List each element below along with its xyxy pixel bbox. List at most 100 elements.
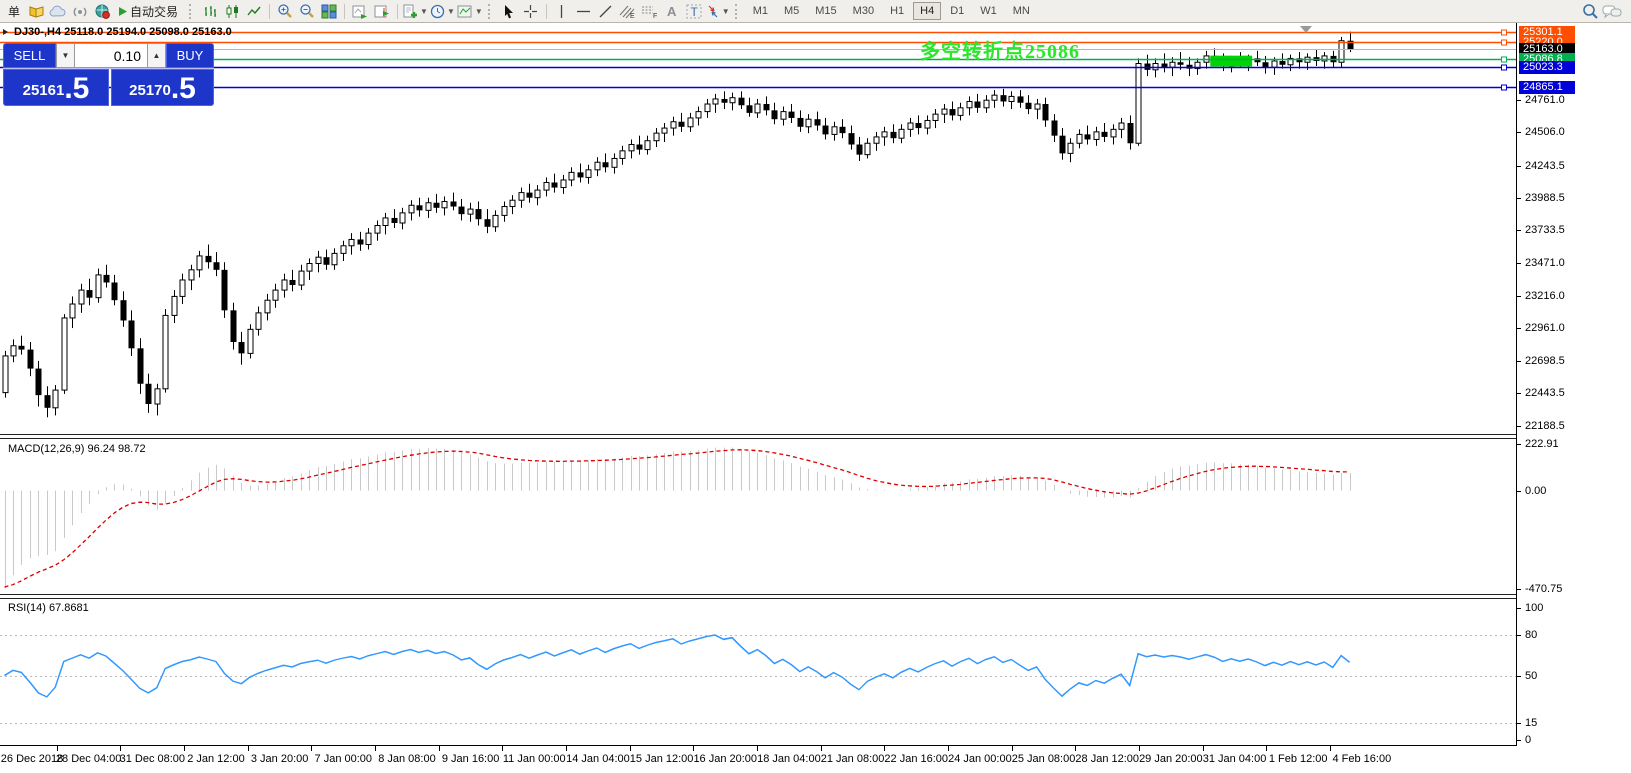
- time-tick-mark: [630, 746, 631, 751]
- tile-windows-button[interactable]: [319, 1, 339, 21]
- buy-button[interactable]: BUY: [166, 43, 214, 68]
- toolbar-separator: [397, 4, 398, 19]
- time-axis-label: 28 Jan 12:00: [1075, 753, 1139, 765]
- timeframe-M15[interactable]: M15: [808, 2, 843, 20]
- time-tick-mark: [757, 746, 758, 751]
- price-tick-label: 22188.5: [1525, 420, 1565, 432]
- time-tick-mark: [375, 746, 376, 751]
- new-order-label: 单: [6, 3, 22, 20]
- zoom-in-button[interactable]: [275, 1, 295, 21]
- sell-price-display[interactable]: 25161 .5: [3, 69, 109, 106]
- macd-splitter[interactable]: [0, 434, 1631, 439]
- search-icon[interactable]: [1580, 1, 1600, 21]
- price-tick-mark: [1517, 230, 1521, 231]
- time-axis-label: 14 Jan 04:00: [566, 753, 630, 765]
- timeframe-H1[interactable]: H1: [883, 2, 911, 20]
- volume-decrease-button[interactable]: ▼: [56, 43, 75, 68]
- line-price-tag[interactable]: 25023.3: [1519, 61, 1575, 74]
- time-axis-label: 22 Jan 16:00: [884, 753, 948, 765]
- periods-button[interactable]: ▼: [430, 1, 455, 21]
- arrows-button[interactable]: ▼: [706, 1, 730, 21]
- main-chart-canvas[interactable]: [0, 23, 1517, 434]
- market-globe-icon[interactable]: [92, 1, 112, 21]
- volume-increase-button[interactable]: ▲: [147, 43, 166, 68]
- object-anchor-icon[interactable]: [3, 29, 8, 35]
- price-tick-label: 22698.5: [1525, 355, 1565, 367]
- macd-panel-canvas[interactable]: [0, 440, 1517, 593]
- toolbar-separator: [269, 4, 270, 19]
- time-tick-mark: [1203, 746, 1204, 751]
- cloud-icon[interactable]: [48, 1, 68, 21]
- new-order-button[interactable]: 单: [4, 1, 24, 21]
- time-tick-mark: [311, 746, 312, 751]
- price-tick-label: 100: [1525, 602, 1543, 614]
- equidistant-channel-button[interactable]: E: [618, 1, 638, 21]
- time-tick-mark: [57, 746, 58, 751]
- price-tick-mark: [1517, 296, 1521, 297]
- chart-annotation-text[interactable]: 多空转折点25086: [920, 35, 1080, 64]
- timeframe-D1[interactable]: D1: [943, 2, 971, 20]
- svg-text:E: E: [630, 13, 635, 19]
- svg-text:A: A: [667, 4, 677, 19]
- autotrade-button[interactable]: 自动交易: [114, 1, 184, 21]
- zoom-out-button[interactable]: [297, 1, 317, 21]
- time-axis-label: 2 Jan 12:00: [187, 753, 245, 765]
- time-tick-mark: [502, 746, 503, 751]
- sell-button[interactable]: SELL: [3, 43, 56, 68]
- toolbar-grip: [488, 4, 494, 19]
- add-indicator-button[interactable]: ▼: [403, 1, 428, 21]
- crosshair-button[interactable]: [521, 1, 541, 21]
- price-tick-label: 22961.0: [1525, 322, 1565, 334]
- rsi-splitter[interactable]: [0, 594, 1631, 599]
- candlestick-chart-button[interactable]: [222, 1, 242, 21]
- price-tick-label: 0: [1525, 734, 1531, 746]
- cursor-button[interactable]: [499, 1, 519, 21]
- time-axis-label: 4 Feb 16:00: [1333, 753, 1392, 765]
- chat-icon[interactable]: [1602, 1, 1622, 21]
- time-tick-mark: [1266, 746, 1267, 751]
- volume-input[interactable]: 0.10: [75, 43, 147, 68]
- trendline-button[interactable]: [596, 1, 616, 21]
- timeframe-W1[interactable]: W1: [973, 2, 1004, 20]
- price-tick-label: 222.91: [1525, 438, 1559, 450]
- label-button[interactable]: T: [684, 1, 704, 21]
- vertical-line-button[interactable]: [552, 1, 572, 21]
- templates-button[interactable]: ▼: [457, 1, 483, 21]
- time-axis-label: 1 Feb 12:00: [1269, 753, 1328, 765]
- timeframe-M30[interactable]: M30: [846, 2, 881, 20]
- time-axis-label: 28 Dec 04:00: [56, 753, 121, 765]
- fibonacci-button[interactable]: F: [640, 1, 660, 21]
- time-tick-mark: [120, 746, 121, 751]
- time-tick-mark: [1012, 746, 1013, 751]
- autotrade-label: 自动交易: [128, 3, 180, 20]
- timeframe-M1[interactable]: M1: [746, 2, 775, 20]
- bar-chart-button[interactable]: [200, 1, 220, 21]
- timeframe-M5[interactable]: M5: [777, 2, 806, 20]
- time-axis-label: 29 Jan 20:00: [1139, 753, 1203, 765]
- chart-shift-button[interactable]: [372, 1, 392, 21]
- history-icon[interactable]: [26, 1, 46, 21]
- signal-icon[interactable]: [70, 1, 90, 21]
- rsi-panel-canvas[interactable]: [0, 599, 1517, 745]
- time-axis-label: 24 Jan 00:00: [948, 753, 1012, 765]
- time-axis[interactable]: 26 Dec 201828 Dec 04:0031 Dec 08:002 Jan…: [0, 745, 1517, 773]
- toolbar-separator: [546, 4, 547, 19]
- buy-price-display[interactable]: 25170 .5: [111, 69, 214, 106]
- time-tick-mark: [439, 746, 440, 751]
- text-button[interactable]: A: [662, 1, 682, 21]
- chart-shift-marker-icon[interactable]: [1300, 26, 1312, 33]
- timeframe-H4[interactable]: H4: [913, 2, 941, 20]
- line-chart-button[interactable]: [244, 1, 264, 21]
- price-tick-label: 80: [1525, 629, 1537, 641]
- line-price-tag[interactable]: 24865.1: [1519, 81, 1575, 94]
- price-tick-mark: [1517, 676, 1521, 677]
- time-axis-label: 25 Jan 08:00: [1012, 753, 1076, 765]
- dropdown-caret-icon: ▼: [447, 7, 455, 16]
- price-tick-mark: [1517, 198, 1521, 199]
- auto-scroll-button[interactable]: [350, 1, 370, 21]
- horizontal-line-button[interactable]: [574, 1, 594, 21]
- svg-text:F: F: [653, 13, 657, 19]
- timeframe-MN[interactable]: MN: [1006, 2, 1037, 20]
- price-axis[interactable]: 24761.024506.024243.523988.523733.523471…: [1517, 23, 1631, 745]
- toolbar-grip: [735, 4, 741, 19]
